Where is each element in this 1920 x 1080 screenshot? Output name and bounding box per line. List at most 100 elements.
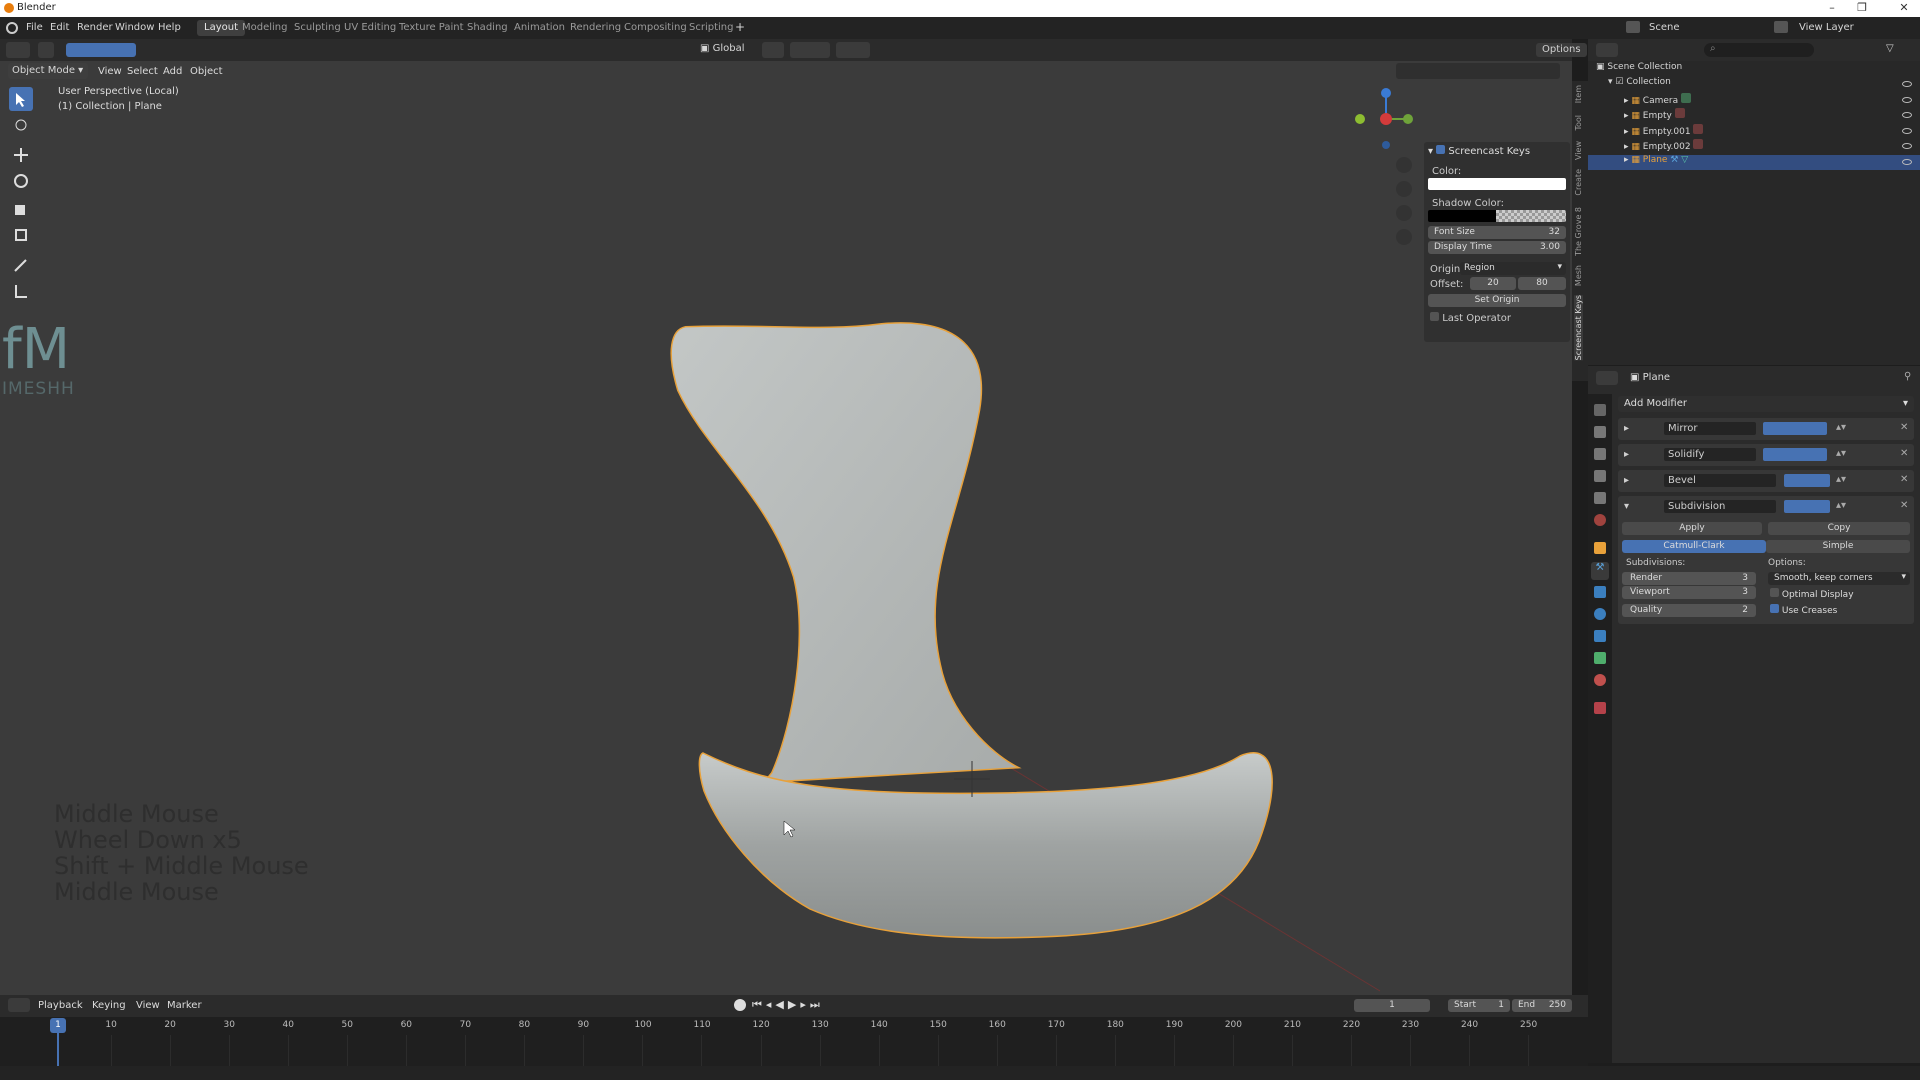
collapse-icon[interactable]: ▾ — [1624, 501, 1629, 512]
end-frame-field[interactable]: End 250 — [1512, 999, 1572, 1012]
uv-smooth-dropdown[interactable]: Smooth, keep corners ▾ — [1768, 572, 1910, 585]
tab-modeling[interactable]: Modeling — [235, 20, 295, 36]
move-up-icon[interactable]: ▴▾ — [1836, 500, 1846, 511]
navigation-gizmo[interactable] — [1346, 83, 1418, 283]
material-props-icon[interactable] — [1594, 674, 1606, 686]
menu-keying[interactable]: Keying — [92, 1000, 126, 1011]
options-button[interactable]: Options — [1536, 43, 1587, 57]
origin-dropdown[interactable]: Region ▾ — [1460, 262, 1566, 275]
viewport-levels-field[interactable]: Viewport 3 — [1622, 586, 1756, 599]
visibility-eye-icon[interactable] — [1902, 97, 1912, 103]
visibility-eye-icon[interactable] — [1902, 81, 1912, 87]
scene-icon[interactable] — [1626, 21, 1640, 33]
remove-modifier-icon[interactable]: ✕ — [1900, 500, 1908, 511]
blender-menu-icon[interactable] — [6, 22, 18, 34]
select-mode-icon[interactable] — [38, 42, 54, 58]
maximize-icon[interactable]: ❐ — [1852, 1, 1872, 15]
texture-props-icon[interactable] — [1594, 702, 1606, 714]
remove-modifier-icon[interactable]: ✕ — [1900, 422, 1908, 433]
constraints-props-icon[interactable] — [1594, 630, 1606, 642]
panel-header[interactable]: ▾ Screencast Keys — [1428, 145, 1530, 157]
menu-timeline-view[interactable]: View — [136, 1000, 160, 1011]
gizmo-y-icon[interactable] — [1403, 114, 1413, 124]
set-origin-button[interactable]: Set Origin — [1428, 294, 1566, 307]
outliner-scene-collection[interactable]: ▣ Scene Collection — [1588, 62, 1920, 77]
remove-modifier-icon[interactable]: ✕ — [1900, 448, 1908, 459]
gizmo-z-icon[interactable] — [1381, 88, 1391, 98]
outliner-item-empty-001[interactable]: ▸ ▦ Empty.001 — [1588, 124, 1920, 139]
offset-x-field[interactable]: 20 — [1470, 277, 1516, 290]
font-size-field[interactable]: Font Size 32 — [1428, 226, 1566, 239]
playhead[interactable]: 1 — [50, 1018, 66, 1033]
use-creases-checkbox[interactable]: Use Creases — [1770, 604, 1837, 616]
outliner-item-camera[interactable]: ▸ ▦ Camera — [1588, 93, 1920, 108]
visibility-eye-icon[interactable] — [1902, 159, 1912, 165]
outliner-item-empty[interactable]: ▸ ▦ Empty — [1588, 108, 1920, 123]
outliner-collection[interactable]: ▾ ☑ Collection — [1588, 77, 1920, 92]
selection-mode-buttons[interactable] — [66, 43, 136, 57]
simple-button[interactable]: Simple — [1766, 540, 1910, 553]
tab-mesh[interactable]: Mesh — [1574, 265, 1583, 286]
render-levels-field[interactable]: Render 3 — [1622, 572, 1756, 585]
modifier-mirror-name[interactable]: Mirror — [1664, 422, 1756, 435]
3d-viewport[interactable]: Object Mode ▾ View Select Add Object Use… — [0, 61, 1572, 1063]
pan-hand-icon[interactable] — [1396, 181, 1412, 197]
tab-texture-paint[interactable]: Texture Paint — [392, 20, 471, 36]
tab-screencast-keys[interactable]: Screencast Keys — [1574, 295, 1583, 361]
move-up-icon[interactable]: ▴▾ — [1836, 474, 1846, 485]
output-props-icon[interactable] — [1594, 448, 1606, 460]
display-time-field[interactable]: Display Time 3.00 — [1428, 241, 1566, 254]
ortho-toggle-icon[interactable] — [1396, 229, 1412, 245]
modifier-subdivision-name[interactable]: Subdivision — [1664, 500, 1776, 513]
proportional-edit-icon[interactable] — [836, 42, 870, 58]
pin-icon[interactable]: ⚲ — [1904, 371, 1911, 382]
tab-view[interactable]: View — [1574, 141, 1583, 160]
pivot-icon[interactable] — [762, 42, 784, 58]
menu-playback[interactable]: Playback — [38, 1000, 83, 1011]
modifier-visibility-toggles[interactable] — [1763, 422, 1827, 435]
camera-view-icon[interactable] — [1396, 205, 1412, 221]
world-props-icon[interactable] — [1594, 514, 1606, 526]
properties-editor-type-icon[interactable] — [1596, 371, 1618, 385]
current-frame-field[interactable]: 1 — [1354, 999, 1430, 1012]
add-modifier-dropdown[interactable]: Add Modifier ▾ — [1618, 396, 1914, 412]
outliner-editor-type-icon[interactable] — [1596, 43, 1618, 57]
visibility-eye-icon[interactable] — [1902, 143, 1912, 149]
zoom-icon[interactable] — [1396, 157, 1412, 173]
physics-props-icon[interactable] — [1594, 608, 1606, 620]
tab-the-grove[interactable]: The Grove 8 — [1574, 207, 1583, 256]
scene-name[interactable]: Scene — [1649, 22, 1680, 33]
modifier-visibility-toggles[interactable] — [1784, 500, 1830, 513]
color-swatch[interactable] — [1428, 178, 1566, 190]
render-props-icon[interactable] — [1594, 426, 1606, 438]
modifier-bevel[interactable]: ▸ Bevel ▴▾ ✕ — [1618, 470, 1914, 492]
optimal-display-checkbox[interactable]: Optimal Display — [1770, 588, 1854, 600]
modifier-props-icon[interactable]: ⚒ — [1591, 562, 1609, 580]
outliner-search-input[interactable]: ⌕ — [1704, 43, 1814, 57]
modifier-visibility-toggles[interactable] — [1784, 474, 1830, 487]
visibility-eye-icon[interactable] — [1902, 128, 1912, 134]
offset-y-field[interactable]: 80 — [1518, 277, 1566, 290]
menu-window[interactable]: Window — [115, 22, 154, 33]
modifier-bevel-name[interactable]: Bevel — [1664, 474, 1776, 487]
playback-controls[interactable]: ⏮◂◀▶▸⏭ — [752, 998, 824, 1012]
modifier-solidify-name[interactable]: Solidify — [1664, 448, 1756, 461]
tab-scripting[interactable]: Scripting — [682, 20, 740, 36]
quality-field[interactable]: Quality 2 — [1622, 604, 1756, 617]
menu-file[interactable]: File — [26, 22, 43, 33]
snapping-icon[interactable] — [790, 42, 830, 58]
minimize-icon[interactable]: – — [1822, 1, 1842, 15]
scene-props-icon[interactable] — [1594, 492, 1606, 504]
filter-icon[interactable]: ▽ — [1886, 43, 1894, 54]
object-props-icon[interactable] — [1594, 542, 1606, 554]
modifier-visibility-toggles[interactable] — [1763, 448, 1827, 461]
menu-marker[interactable]: Marker — [167, 1000, 202, 1011]
tab-create[interactable]: Create — [1574, 169, 1583, 196]
modifier-solidify[interactable]: ▸ Solidify ▴▾ ✕ — [1618, 444, 1914, 466]
menu-help[interactable]: Help — [158, 22, 181, 33]
data-props-icon[interactable] — [1594, 652, 1606, 664]
menu-render[interactable]: Render — [77, 22, 113, 33]
close-icon[interactable]: ✕ — [1894, 1, 1914, 15]
modifier-mirror[interactable]: ▸ Mirror ▴▾ ✕ — [1618, 418, 1914, 440]
move-up-icon[interactable]: ▴▾ — [1836, 448, 1846, 459]
